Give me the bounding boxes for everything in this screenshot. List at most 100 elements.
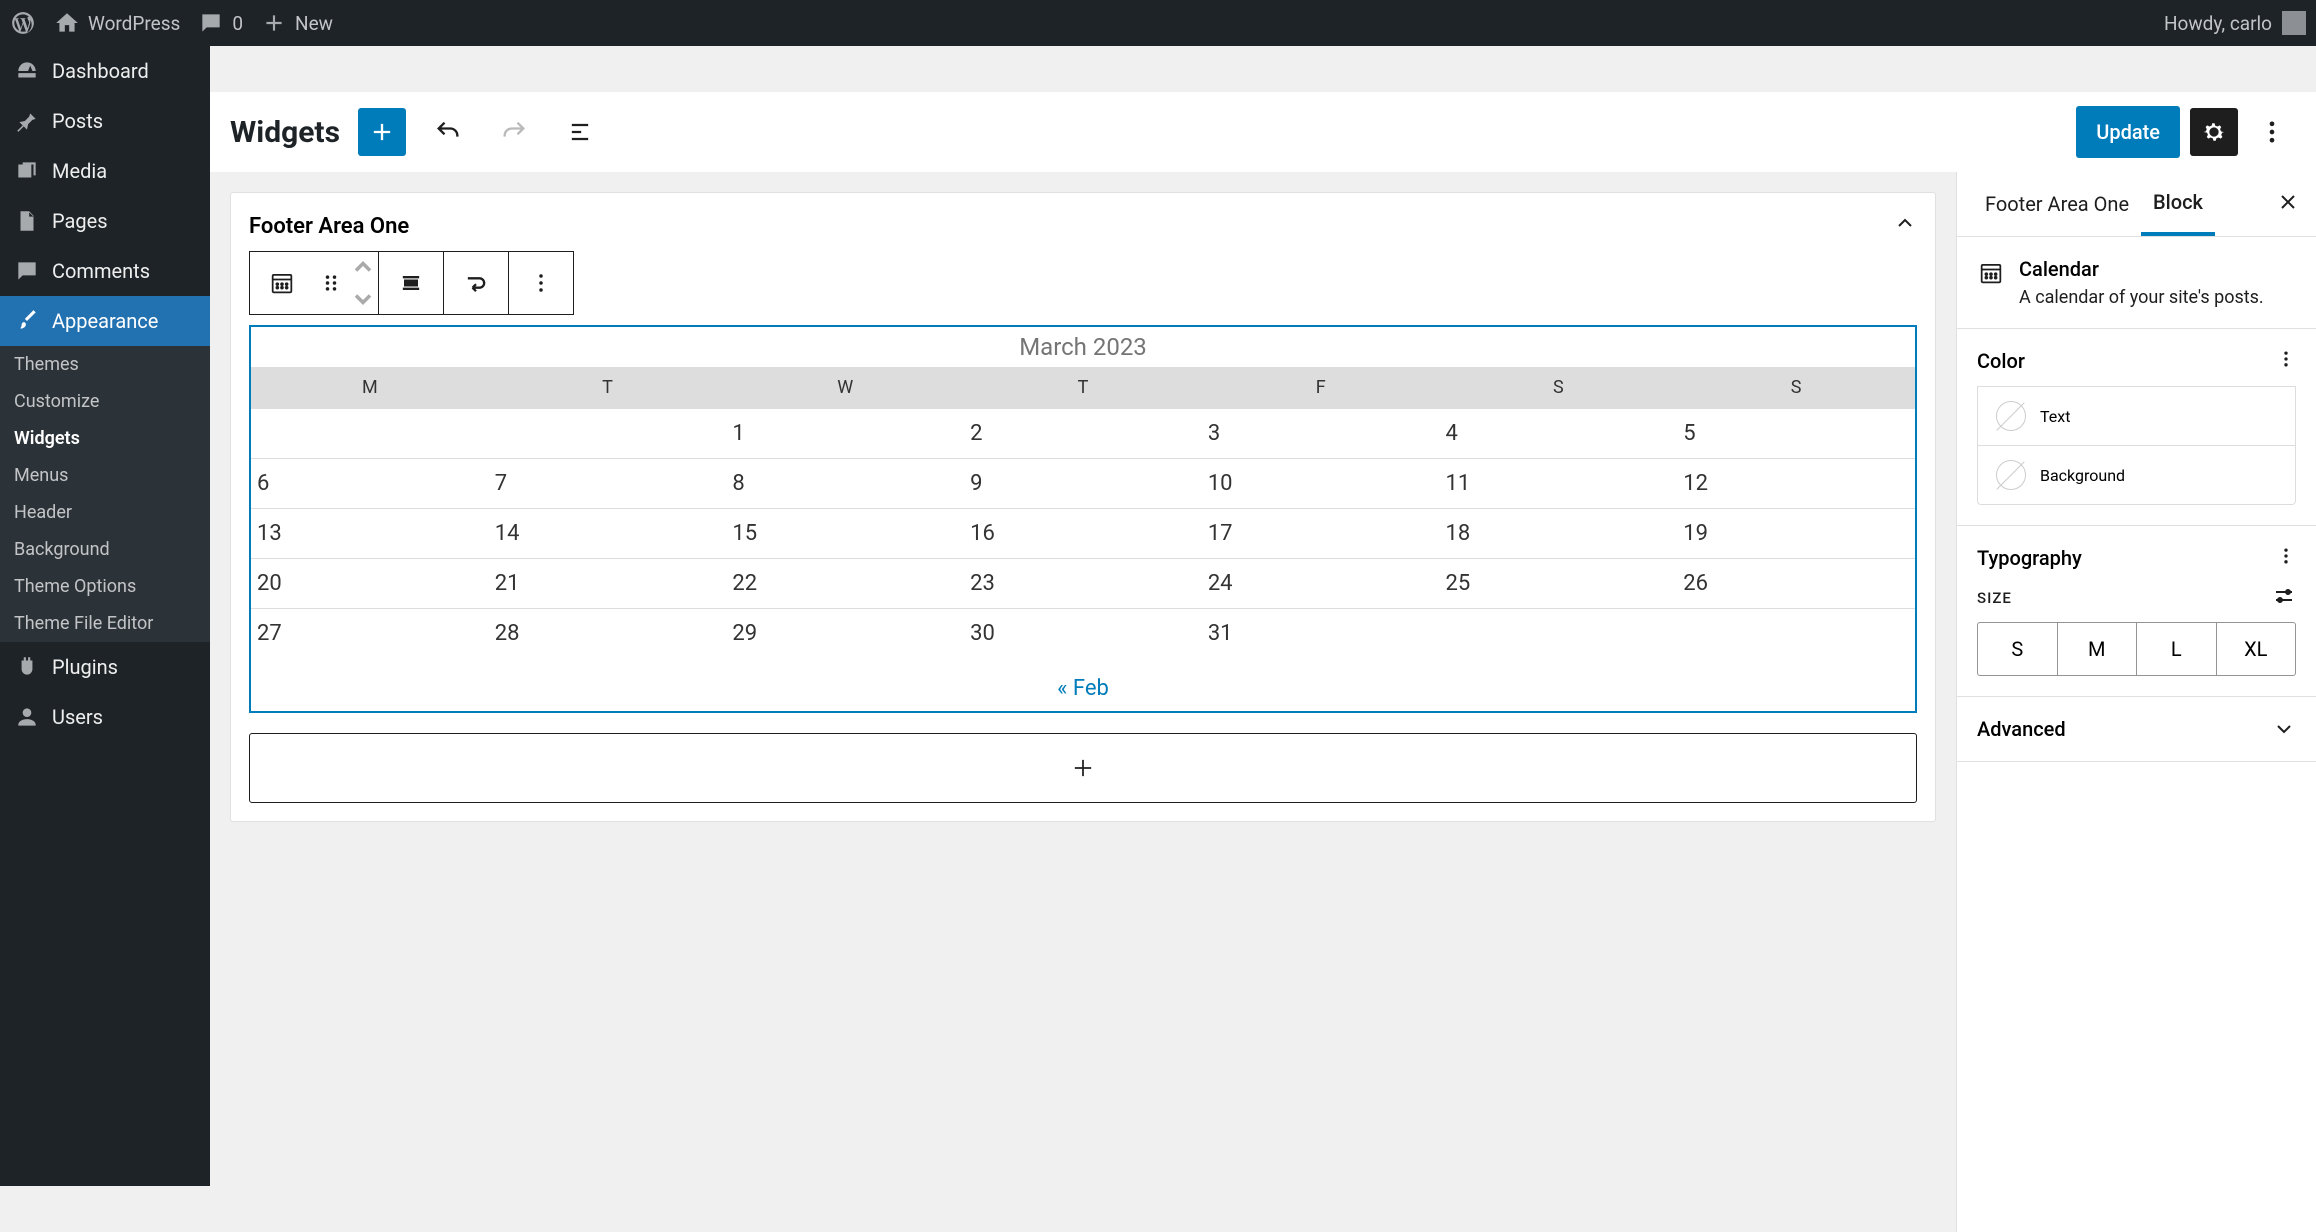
sidebar-label: Posts xyxy=(52,109,103,133)
redo-button[interactable] xyxy=(490,108,538,156)
size-option[interactable]: XL xyxy=(2217,623,2296,675)
calendar-header-cell: F xyxy=(1202,367,1440,409)
calendar-day-cell: 29 xyxy=(726,609,964,659)
sidebar-sub-themes[interactable]: Themes xyxy=(0,346,210,383)
list-icon xyxy=(566,118,594,146)
page-title: Widgets xyxy=(230,115,340,150)
tab-block[interactable]: Block xyxy=(2141,172,2215,236)
sidebar-sub-menus[interactable]: Menus xyxy=(0,457,210,494)
sidebar-item-comments[interactable]: Comments xyxy=(0,246,210,296)
sidebar-label: Media xyxy=(52,159,107,183)
size-settings-button[interactable] xyxy=(2272,584,2296,612)
sidebar-label: Users xyxy=(52,705,103,729)
pin-icon xyxy=(14,108,40,134)
user-menu[interactable]: Howdy, carlo xyxy=(2164,11,2306,35)
sidebar-sub-theme-options[interactable]: Theme Options xyxy=(0,568,210,605)
calendar-day-cell: 27 xyxy=(251,609,489,659)
calendar-icon xyxy=(268,269,296,297)
sidebar-sub-widgets[interactable]: Widgets xyxy=(0,420,210,457)
drag-icon xyxy=(317,269,345,297)
page-icon xyxy=(14,208,40,234)
calendar-day-cell: 31 xyxy=(1202,609,1440,659)
calendar-day-cell: 9 xyxy=(964,459,1202,509)
sidebar-item-pages[interactable]: Pages xyxy=(0,196,210,246)
sidebar-sub-header[interactable]: Header xyxy=(0,494,210,531)
move-to-button[interactable] xyxy=(444,252,508,314)
color-swatch-empty xyxy=(1996,460,2026,490)
wp-logo[interactable] xyxy=(10,10,36,36)
calendar-day-cell: 11 xyxy=(1440,459,1678,509)
tab-widget-area[interactable]: Footer Area One xyxy=(1973,174,2141,234)
undo-button[interactable] xyxy=(424,108,472,156)
sidebar-label: Appearance xyxy=(52,309,158,333)
sidebar-sub-background[interactable]: Background xyxy=(0,531,210,568)
collapse-button[interactable] xyxy=(1893,211,1917,241)
calendar-nav: « Feb xyxy=(251,658,1915,711)
new-content[interactable]: New xyxy=(261,10,333,36)
calendar-day-cell xyxy=(1677,609,1915,659)
sidebar-sub-customize[interactable]: Customize xyxy=(0,383,210,420)
calendar-header-cell: S xyxy=(1677,367,1915,409)
block-type-button[interactable] xyxy=(250,252,314,314)
sidebar-item-appearance[interactable]: Appearance xyxy=(0,296,210,346)
calendar-day-cell: 4 xyxy=(1440,409,1678,459)
prev-month-link[interactable]: « Feb xyxy=(1057,676,1109,701)
add-block-inline-button[interactable] xyxy=(249,733,1917,803)
site-home[interactable]: WordPress xyxy=(54,10,180,36)
settings-button[interactable] xyxy=(2190,108,2238,156)
greeting: Howdy, carlo xyxy=(2164,12,2272,35)
calendar-header-cell: S xyxy=(1440,367,1678,409)
calendar-day-cell: 17 xyxy=(1202,509,1440,559)
close-icon xyxy=(2276,190,2300,214)
more-vertical-icon xyxy=(2258,118,2286,146)
size-label: Size xyxy=(1977,589,2012,607)
typography-options-button[interactable] xyxy=(2276,546,2296,570)
more-vertical-icon xyxy=(2276,546,2296,566)
comments-link[interactable]: 0 xyxy=(198,10,243,36)
comment-icon xyxy=(14,258,40,284)
admin-sidebar: Dashboard Posts Media Pages Comments App… xyxy=(0,46,210,1186)
calendar-day-cell: 23 xyxy=(964,559,1202,609)
calendar-block[interactable]: March 2023 MTWTFSS 123456789101112131415… xyxy=(249,325,1917,713)
sidebar-item-plugins[interactable]: Plugins xyxy=(0,642,210,692)
typography-heading: Typography xyxy=(1977,546,2082,570)
move-arrows[interactable] xyxy=(348,252,378,314)
update-button[interactable]: Update xyxy=(2076,106,2180,158)
calendar-day-cell: 8 xyxy=(726,459,964,509)
size-option[interactable]: S xyxy=(1978,623,2058,675)
calendar-header-cell: T xyxy=(964,367,1202,409)
sidebar-item-media[interactable]: Media xyxy=(0,146,210,196)
calendar-day-cell: 16 xyxy=(964,509,1202,559)
list-view-button[interactable] xyxy=(556,108,604,156)
calendar-day-cell: 10 xyxy=(1202,459,1440,509)
chevron-up-icon xyxy=(349,253,377,281)
size-option[interactable]: M xyxy=(2058,623,2138,675)
sidebar-sub-theme-file-editor[interactable]: Theme File Editor xyxy=(0,605,210,642)
align-button[interactable] xyxy=(379,252,443,314)
sidebar-item-dashboard[interactable]: Dashboard xyxy=(0,46,210,96)
more-menu-button[interactable] xyxy=(2248,108,2296,156)
calendar-day-cell: 5 xyxy=(1677,409,1915,459)
block-more-button[interactable] xyxy=(509,252,573,314)
sidebar-item-posts[interactable]: Posts xyxy=(0,96,210,146)
avatar xyxy=(2282,11,2306,35)
color-options-button[interactable] xyxy=(2276,349,2296,373)
calendar-day-cell: 15 xyxy=(726,509,964,559)
sidebar-item-users[interactable]: Users xyxy=(0,692,210,742)
color-text-row[interactable]: Text xyxy=(1977,386,2296,446)
color-swatch-empty xyxy=(1996,401,2026,431)
color-label: Background xyxy=(2040,466,2125,485)
comments-count: 0 xyxy=(232,12,243,35)
plus-icon xyxy=(368,118,396,146)
color-heading: Color xyxy=(1977,349,2025,373)
advanced-panel-toggle[interactable]: Advanced xyxy=(1977,717,2296,741)
size-option[interactable]: L xyxy=(2137,623,2217,675)
calendar-day-cell: 12 xyxy=(1677,459,1915,509)
color-background-row[interactable]: Background xyxy=(1977,445,2296,505)
calendar-day-cell: 20 xyxy=(251,559,489,609)
drag-handle[interactable] xyxy=(314,252,348,314)
calendar-day-cell: 1 xyxy=(726,409,964,459)
close-inspector-button[interactable] xyxy=(2276,190,2300,218)
chevron-down-icon xyxy=(349,285,377,313)
add-block-button[interactable] xyxy=(358,108,406,156)
